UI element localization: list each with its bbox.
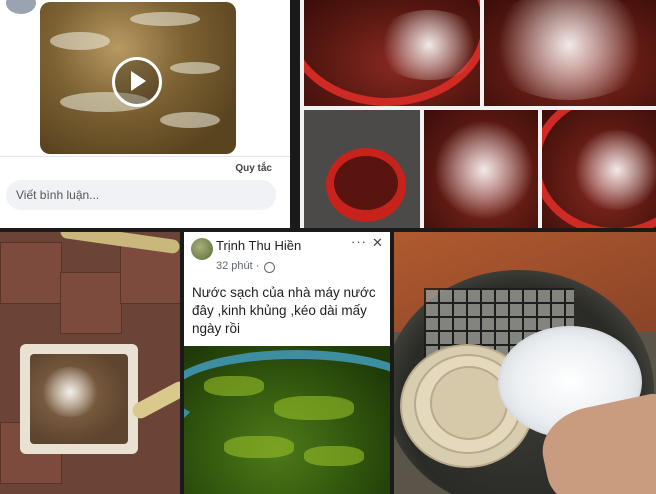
- photo-grid: [300, 0, 656, 228]
- comment-input[interactable]: [6, 180, 276, 210]
- facebook-post: Trịnh Thu Hiền ··· ✕ 32 phút · Nước sạch…: [184, 232, 390, 494]
- photo-brown-water-tub[interactable]: [0, 232, 180, 494]
- avatar[interactable]: [6, 0, 36, 14]
- post-text: Nước sạch của nhà máy nước đây ,kinh khủ…: [192, 285, 376, 336]
- author-avatar[interactable]: [191, 238, 213, 260]
- photo-basin-5[interactable]: [542, 110, 656, 228]
- photo-basin-1[interactable]: [304, 0, 480, 106]
- comment-box: [6, 180, 276, 210]
- video-thumbnail[interactable]: [40, 2, 236, 154]
- photo-bowl-clear-water[interactable]: [394, 232, 656, 494]
- rules-link[interactable]: Quy tắc: [235, 163, 272, 174]
- video-post-panel: Quy tắc: [0, 0, 290, 228]
- photo-basin-2[interactable]: [484, 0, 656, 106]
- close-icon[interactable]: ✕: [372, 235, 383, 251]
- play-icon[interactable]: [112, 57, 162, 107]
- author-name[interactable]: Trịnh Thu Hiền: [216, 238, 301, 253]
- divider: [0, 156, 290, 157]
- photo-basin-3[interactable]: [304, 110, 420, 228]
- more-options-icon[interactable]: ···: [351, 234, 367, 249]
- photo-basin-4[interactable]: [424, 110, 538, 228]
- privacy-globe-icon: [264, 262, 275, 273]
- post-timestamp[interactable]: 32 phút ·: [216, 260, 259, 272]
